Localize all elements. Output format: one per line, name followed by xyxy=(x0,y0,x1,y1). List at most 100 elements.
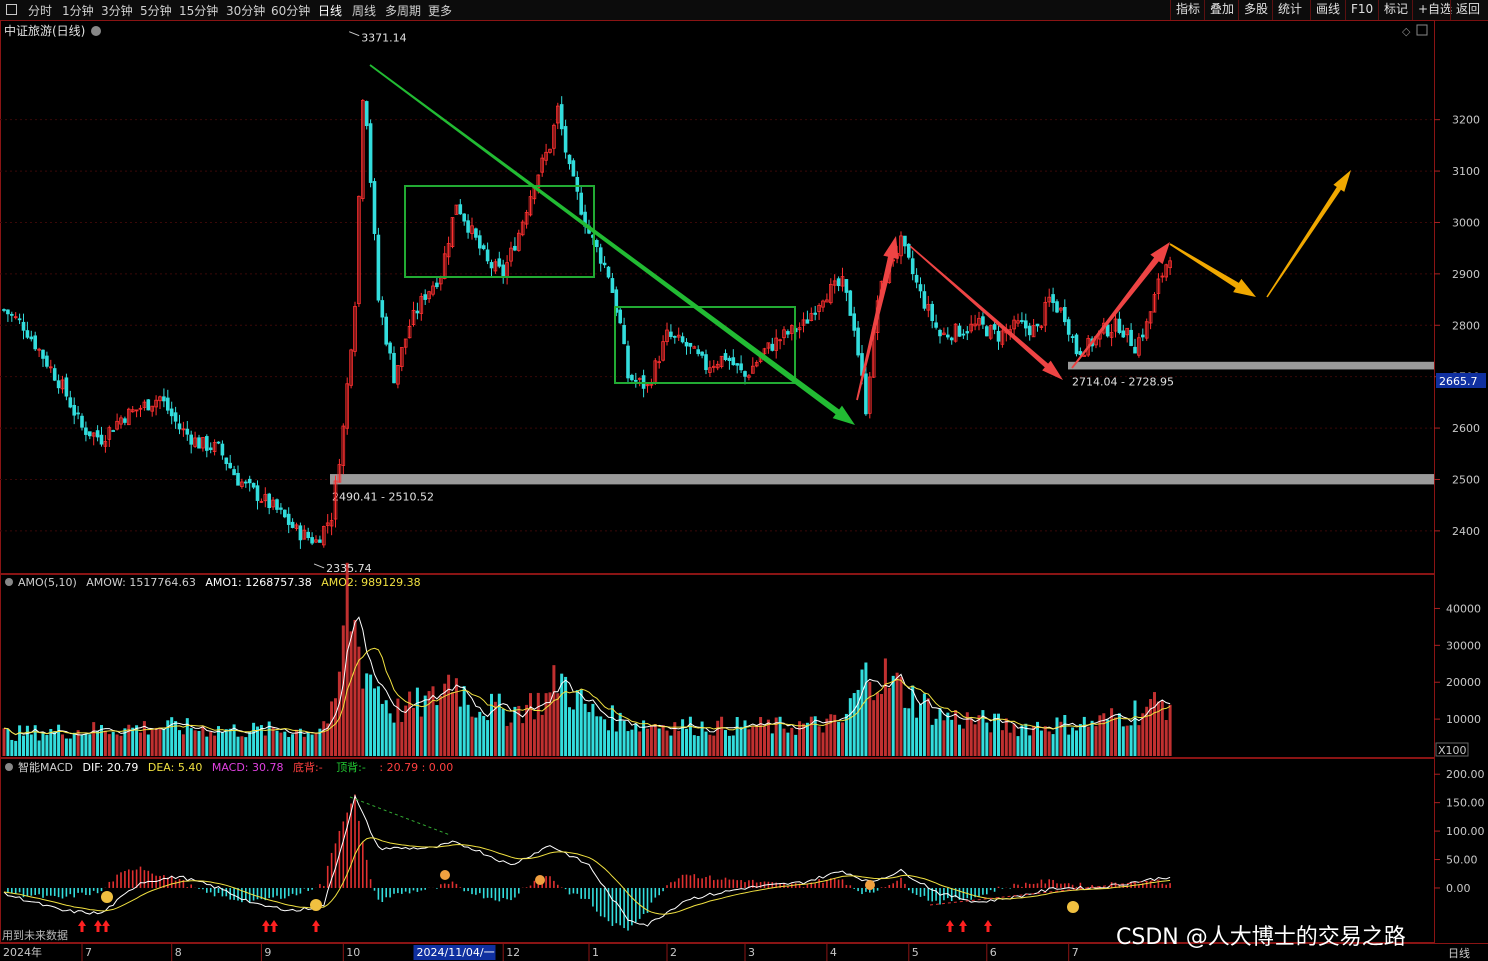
month-label: 12 xyxy=(506,946,520,959)
volume-bar xyxy=(1090,720,1094,756)
volume-bar xyxy=(209,731,213,756)
month-label: 1 xyxy=(592,946,599,959)
volume-bar xyxy=(1121,726,1125,756)
candle-body xyxy=(243,481,248,484)
volume-bar xyxy=(958,724,961,756)
volume-bar xyxy=(6,728,10,756)
volume-bar xyxy=(41,733,45,756)
year-label: 2024年 xyxy=(3,945,42,959)
volume-bar xyxy=(76,730,80,756)
candle-body xyxy=(981,316,985,325)
money-bag-icon xyxy=(310,899,322,911)
candle-body xyxy=(688,342,693,347)
macd-chevron-icon[interactable] xyxy=(5,763,13,771)
volume-bar xyxy=(228,728,232,756)
volume-bar xyxy=(330,701,334,756)
macd-dif-line xyxy=(3,794,1171,927)
high-label: 3371.14 xyxy=(361,32,407,45)
candle-body xyxy=(727,357,732,361)
volume-bar xyxy=(532,719,536,756)
volume-bar xyxy=(1106,719,1110,756)
candle-body xyxy=(111,430,116,432)
volume-bars xyxy=(2,562,1172,756)
volume-bar xyxy=(1016,736,1020,756)
volume-bar xyxy=(384,700,388,756)
candle-body xyxy=(368,123,373,183)
volume-bar xyxy=(248,731,252,756)
volume-bar xyxy=(408,691,412,756)
candle-body xyxy=(996,330,1001,342)
volume-bar xyxy=(53,731,57,756)
maximize-icon[interactable] xyxy=(1416,24,1428,36)
volume-bar xyxy=(1082,716,1086,756)
volume-bar xyxy=(649,725,653,756)
candle-body xyxy=(1063,307,1067,323)
volume-bar xyxy=(37,740,41,756)
volume-bar xyxy=(1008,732,1012,756)
volume-bar xyxy=(782,728,786,756)
candle-body xyxy=(961,333,966,336)
candle-body xyxy=(595,240,599,247)
candle-body xyxy=(279,507,283,510)
diamond-icon[interactable]: ◇ xyxy=(1402,25,1411,38)
candle-body xyxy=(704,354,708,371)
price-tick-label: 2400 xyxy=(1452,525,1480,538)
chevron-down-icon[interactable] xyxy=(91,26,101,36)
volume-bar xyxy=(876,692,880,756)
candle-body xyxy=(208,447,213,450)
month-label: 5 xyxy=(912,946,919,959)
volume-bar xyxy=(162,728,166,756)
volume-bar xyxy=(727,735,731,756)
candle-body xyxy=(485,249,490,262)
candle-body xyxy=(306,531,310,539)
candle-body xyxy=(985,326,989,337)
runner-icon xyxy=(865,880,875,890)
volume-bar xyxy=(887,687,891,756)
volume-bar xyxy=(930,724,934,756)
volume-bar xyxy=(665,730,669,756)
volume-bar xyxy=(18,725,22,756)
volume-bar xyxy=(716,720,720,756)
candle-body xyxy=(423,294,427,300)
macd-axis: 0.00 50.00 100.00 150.00 200.00 xyxy=(1434,768,1485,895)
volume-bar xyxy=(568,707,571,756)
volume-bar xyxy=(388,713,392,756)
candle-body xyxy=(696,349,700,355)
zone-low-label: 2490.41 - 2510.52 xyxy=(332,490,434,503)
price-tick-label: 3100 xyxy=(1452,165,1480,178)
volume-bar xyxy=(1051,734,1055,756)
candle-body xyxy=(41,349,45,359)
volume-bar xyxy=(926,698,930,756)
volume-bar xyxy=(969,718,973,756)
volume-bar xyxy=(458,706,462,756)
volume-bar xyxy=(1071,727,1075,756)
candle-body xyxy=(474,228,478,238)
volume-bar xyxy=(751,726,755,756)
volume-bar xyxy=(478,711,482,756)
volume-bar xyxy=(895,672,899,756)
volume-bar xyxy=(708,734,712,756)
candle-body xyxy=(934,322,938,328)
candle-body xyxy=(1074,334,1079,355)
volume-bar xyxy=(189,728,193,756)
candle-body xyxy=(173,412,178,422)
price-tick-label: 2600 xyxy=(1452,422,1480,435)
candle-body xyxy=(684,342,689,347)
buy-signal-arrow-icon xyxy=(946,920,954,932)
candle-body xyxy=(914,274,919,283)
amo-chevron-icon[interactable] xyxy=(5,578,13,586)
volume-bar xyxy=(950,719,954,756)
candle-body xyxy=(836,278,841,287)
candle-body xyxy=(99,434,104,445)
volume-bar xyxy=(439,695,443,756)
volume-bar xyxy=(614,731,618,756)
red-up-arrow-1 xyxy=(856,236,899,401)
period-badge: 日线 xyxy=(1448,946,1470,960)
volume-bar xyxy=(1153,692,1156,756)
candle-body xyxy=(162,396,166,402)
volume-bar xyxy=(1028,735,1032,756)
macd-tick-label: 150.00 xyxy=(1446,797,1485,810)
volume-bar xyxy=(712,735,716,756)
volume-bar xyxy=(798,721,802,756)
candle-body xyxy=(641,375,646,389)
